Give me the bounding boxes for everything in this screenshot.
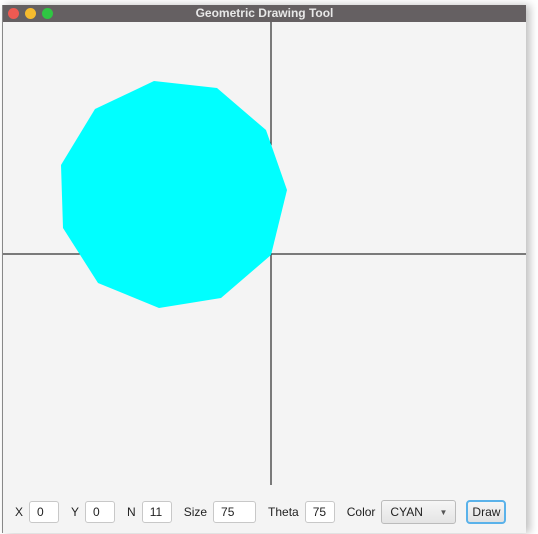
n-input[interactable]: 11 <box>141 501 172 523</box>
canvas-svg <box>3 22 526 485</box>
window-title: Geometric Drawing Tool <box>195 6 334 20</box>
theta-input[interactable]: 75 <box>304 501 335 523</box>
title-bar: Geometric Drawing Tool <box>3 5 526 22</box>
polygon-shape <box>61 81 287 308</box>
color-select[interactable]: CYAN ▼ <box>381 500 457 524</box>
drawing-canvas[interactable] <box>3 22 526 485</box>
color-label: Color <box>346 505 376 519</box>
color-select-value: CYAN <box>390 505 423 519</box>
n-label: N <box>127 505 136 519</box>
x-label: X <box>15 505 24 519</box>
x-input[interactable]: 0 <box>29 501 60 523</box>
theta-label: Theta <box>268 505 299 519</box>
app-window: Geometric Drawing Tool X 0 Y 0 N 11 Size… <box>2 5 526 533</box>
control-panel: X 0 Y 0 N 11 Size 75 Theta 75 Color CYAN… <box>3 497 526 527</box>
size-label: Size <box>183 505 208 519</box>
y-input[interactable]: 0 <box>85 501 116 523</box>
size-input[interactable]: 75 <box>213 501 257 523</box>
y-label: Y <box>71 505 80 519</box>
draw-button[interactable]: Draw <box>466 500 507 524</box>
chevron-down-icon: ▼ <box>439 507 448 517</box>
